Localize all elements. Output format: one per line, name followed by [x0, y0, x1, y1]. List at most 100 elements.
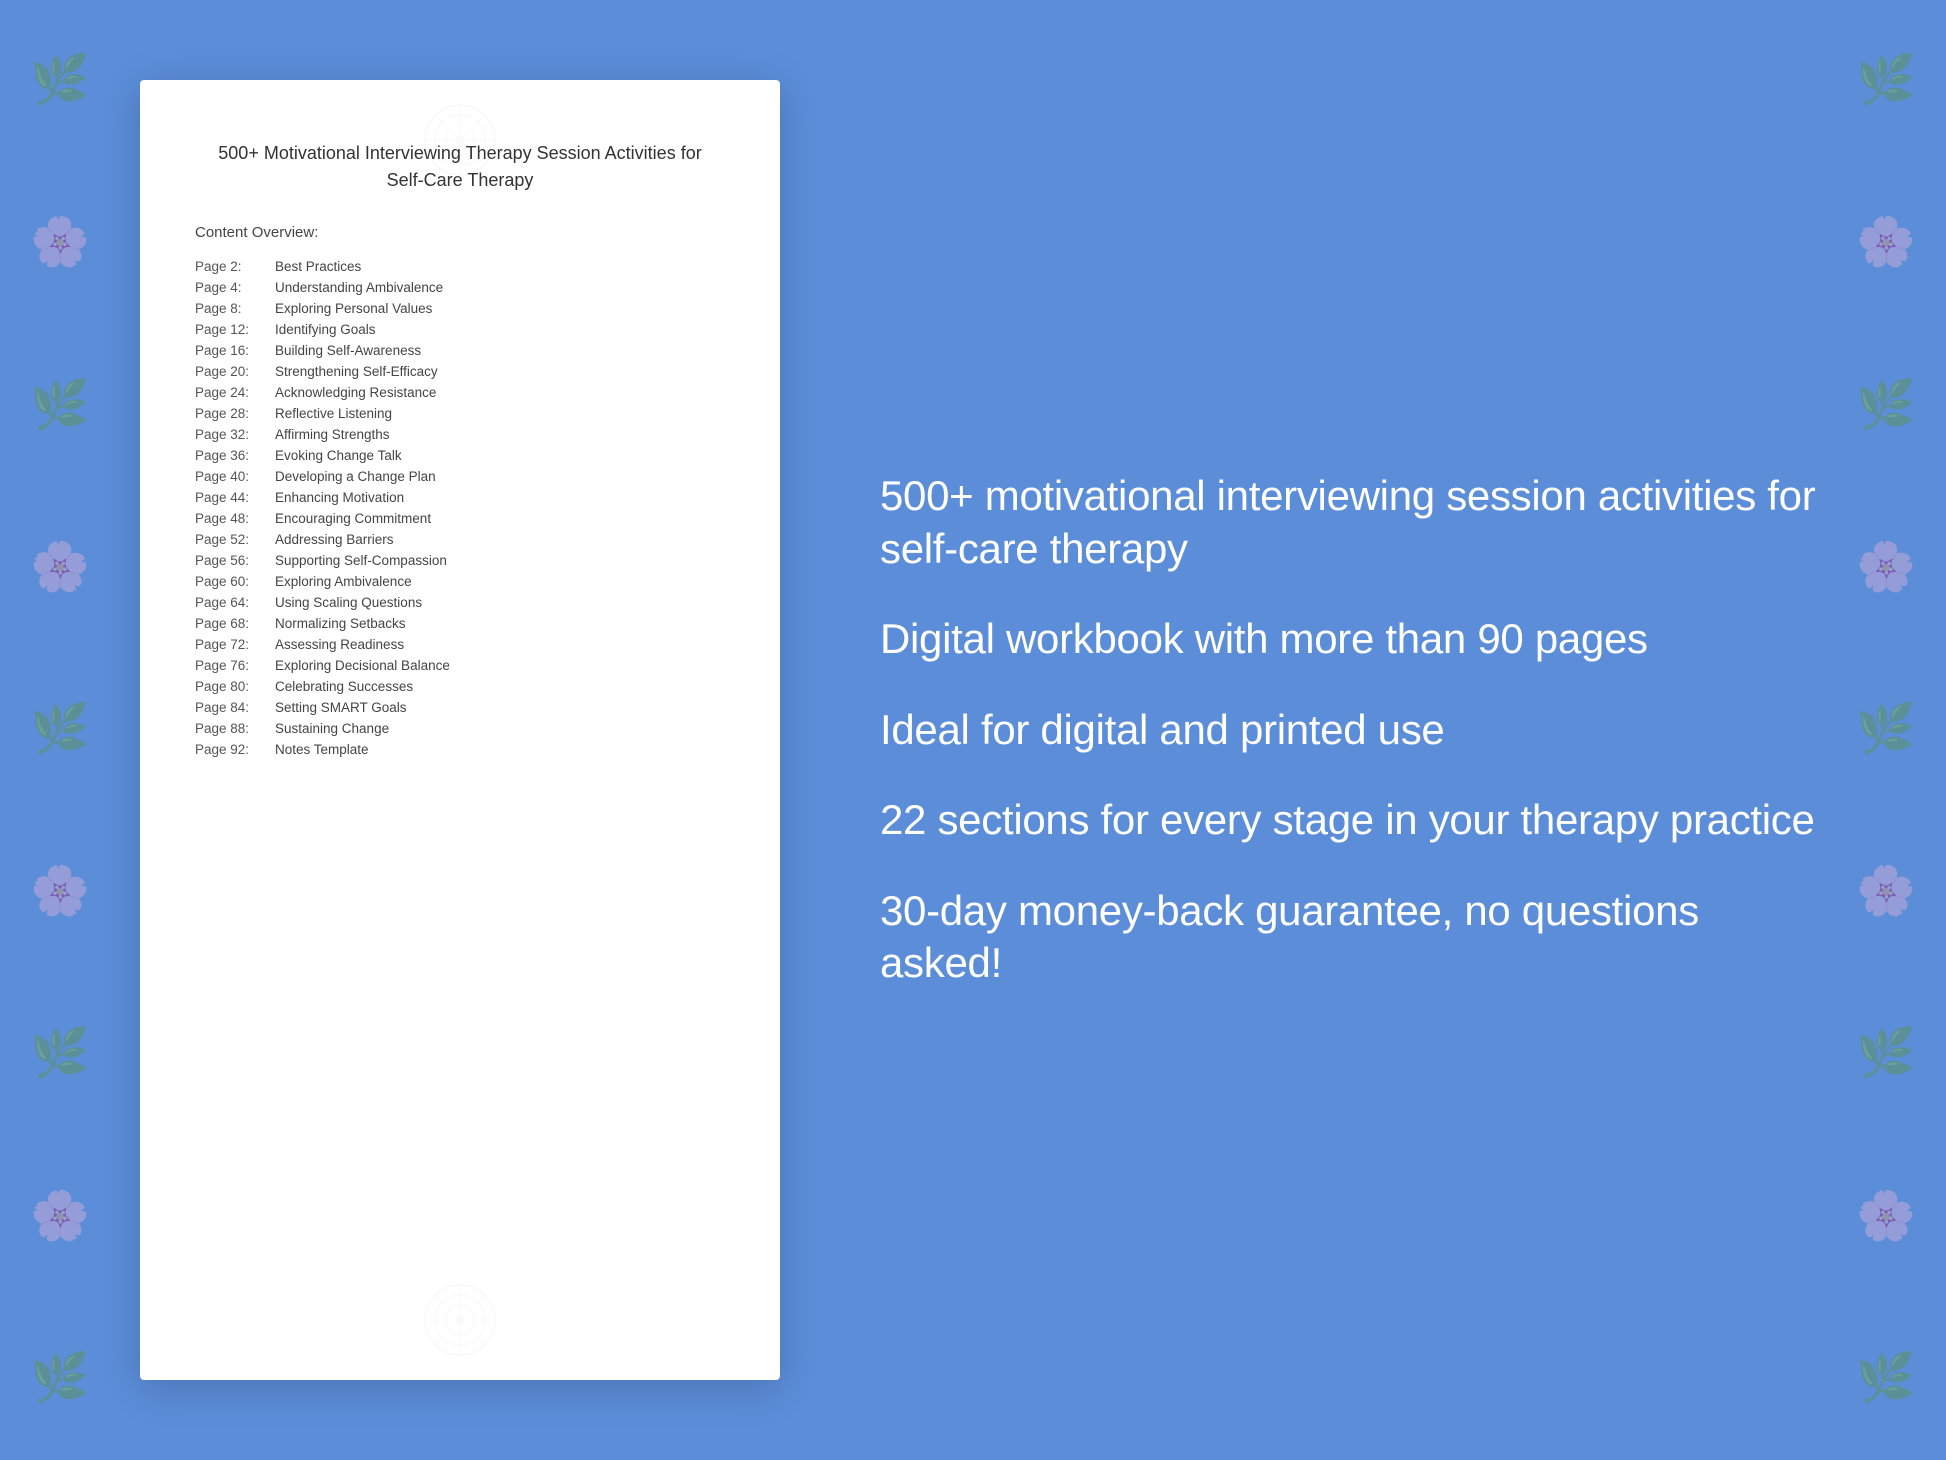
toc-title: Addressing Barriers	[275, 532, 394, 547]
toc-title: Assessing Readiness	[275, 637, 404, 652]
toc-title: Acknowledging Resistance	[275, 385, 436, 400]
toc-item: Page 28:Reflective Listening	[195, 406, 725, 421]
floral-icon: 🌿	[1856, 706, 1916, 754]
floral-icon: 🌸	[1856, 219, 1916, 267]
toc-item: Page 76:Exploring Decisional Balance	[195, 658, 725, 673]
floral-icon: 🌸	[1856, 868, 1916, 916]
toc-item: Page 40:Developing a Change Plan	[195, 469, 725, 484]
toc-item: Page 56:Supporting Self-Compassion	[195, 553, 725, 568]
toc-title: Strengthening Self-Efficacy	[275, 364, 438, 379]
content-overview-label: Content Overview:	[195, 224, 725, 241]
floral-icon: 🌿	[1856, 382, 1916, 430]
toc-title: Enhancing Motivation	[275, 490, 404, 505]
toc-page-number: Page 36:	[195, 448, 275, 463]
toc-page-number: Page 2:	[195, 259, 275, 274]
toc-item: Page 2:Best Practices	[195, 259, 725, 274]
toc-title: Exploring Personal Values	[275, 301, 432, 316]
toc-title: Supporting Self-Compassion	[275, 553, 447, 568]
toc-page-number: Page 44:	[195, 490, 275, 505]
toc-page-number: Page 48:	[195, 511, 275, 526]
toc-page-number: Page 8:	[195, 301, 275, 316]
floral-icon: 🌸	[30, 868, 90, 916]
toc-page-number: Page 52:	[195, 532, 275, 547]
toc-item: Page 24:Acknowledging Resistance	[195, 385, 725, 400]
toc-item: Page 64:Using Scaling Questions	[195, 595, 725, 610]
toc-page-number: Page 4:	[195, 280, 275, 295]
toc-title: Normalizing Setbacks	[275, 616, 406, 631]
toc-page-number: Page 92:	[195, 742, 275, 757]
toc-page-number: Page 68:	[195, 616, 275, 631]
toc-title: Best Practices	[275, 259, 361, 274]
toc-title: Affirming Strengths	[275, 427, 390, 442]
toc-page-number: Page 64:	[195, 595, 275, 610]
info-bullet-3: Ideal for digital and printed use	[880, 704, 1826, 757]
watermark-bottom	[360, 1280, 560, 1360]
floral-icon: 🌿	[30, 1030, 90, 1078]
floral-decoration-right: 🌿 🌸 🌿 🌸 🌿 🌸 🌿 🌸 🌿	[1826, 0, 1946, 1460]
toc-title: Sustaining Change	[275, 721, 389, 736]
floral-icon: 🌸	[1856, 544, 1916, 592]
toc-item: Page 4:Understanding Ambivalence	[195, 280, 725, 295]
toc-item: Page 92:Notes Template	[195, 742, 725, 757]
toc-title: Setting SMART Goals	[275, 700, 407, 715]
floral-icon: 🌿	[30, 706, 90, 754]
main-layout: 500+ Motivational Interviewing Therapy S…	[0, 0, 1946, 1460]
floral-icon: 🌿	[1856, 1355, 1916, 1403]
toc-page-number: Page 72:	[195, 637, 275, 652]
toc-item: Page 52:Addressing Barriers	[195, 532, 725, 547]
info-bullet-4: 22 sections for every stage in your ther…	[880, 794, 1826, 847]
floral-icon: 🌸	[30, 544, 90, 592]
floral-icon: 🌿	[1856, 57, 1916, 105]
toc-title: Using Scaling Questions	[275, 595, 422, 610]
toc-title: Exploring Decisional Balance	[275, 658, 450, 673]
toc-page-number: Page 60:	[195, 574, 275, 589]
toc-page-number: Page 76:	[195, 658, 275, 673]
floral-icon: 🌿	[30, 57, 90, 105]
toc-item: Page 48:Encouraging Commitment	[195, 511, 725, 526]
toc-title: Building Self-Awareness	[275, 343, 421, 358]
toc-item: Page 36:Evoking Change Talk	[195, 448, 725, 463]
toc-page-number: Page 16:	[195, 343, 275, 358]
floral-icon: 🌿	[1856, 1030, 1916, 1078]
toc-item: Page 32:Affirming Strengths	[195, 427, 725, 442]
toc-page-number: Page 20:	[195, 364, 275, 379]
floral-icon: 🌿	[30, 1355, 90, 1403]
toc-page-number: Page 40:	[195, 469, 275, 484]
toc-page-number: Page 88:	[195, 721, 275, 736]
toc-item: Page 80:Celebrating Successes	[195, 679, 725, 694]
toc-page-number: Page 80:	[195, 679, 275, 694]
toc-title: Reflective Listening	[275, 406, 392, 421]
info-bullet-2: Digital workbook with more than 90 pages	[880, 613, 1826, 666]
document-card: 500+ Motivational Interviewing Therapy S…	[140, 80, 780, 1380]
toc-title: Understanding Ambivalence	[275, 280, 443, 295]
toc-title: Notes Template	[275, 742, 369, 757]
toc-page-number: Page 12:	[195, 322, 275, 337]
floral-icon: 🌸	[30, 219, 90, 267]
floral-icon: 🌸	[30, 1193, 90, 1241]
table-of-contents: Page 2:Best PracticesPage 4:Understandin…	[195, 259, 725, 757]
floral-icon: 🌸	[1856, 1193, 1916, 1241]
toc-item: Page 16:Building Self-Awareness	[195, 343, 725, 358]
toc-item: Page 60:Exploring Ambivalence	[195, 574, 725, 589]
toc-page-number: Page 32:	[195, 427, 275, 442]
toc-page-number: Page 84:	[195, 700, 275, 715]
toc-title: Identifying Goals	[275, 322, 376, 337]
toc-title: Developing a Change Plan	[275, 469, 436, 484]
floral-icon: 🌿	[30, 382, 90, 430]
toc-item: Page 84:Setting SMART Goals	[195, 700, 725, 715]
toc-title: Exploring Ambivalence	[275, 574, 412, 589]
toc-title: Celebrating Successes	[275, 679, 413, 694]
document-title: 500+ Motivational Interviewing Therapy S…	[195, 140, 725, 194]
toc-page-number: Page 24:	[195, 385, 275, 400]
toc-item: Page 68:Normalizing Setbacks	[195, 616, 725, 631]
toc-item: Page 44:Enhancing Motivation	[195, 490, 725, 505]
info-bullet-5: 30-day money-back guarantee, no question…	[880, 885, 1826, 990]
toc-item: Page 88:Sustaining Change	[195, 721, 725, 736]
info-bullet-1: 500+ motivational interviewing session a…	[880, 470, 1826, 575]
info-panel: 500+ motivational interviewing session a…	[860, 470, 1826, 990]
toc-item: Page 8:Exploring Personal Values	[195, 301, 725, 316]
toc-title: Encouraging Commitment	[275, 511, 431, 526]
toc-title: Evoking Change Talk	[275, 448, 402, 463]
toc-item: Page 12:Identifying Goals	[195, 322, 725, 337]
toc-item: Page 72:Assessing Readiness	[195, 637, 725, 652]
